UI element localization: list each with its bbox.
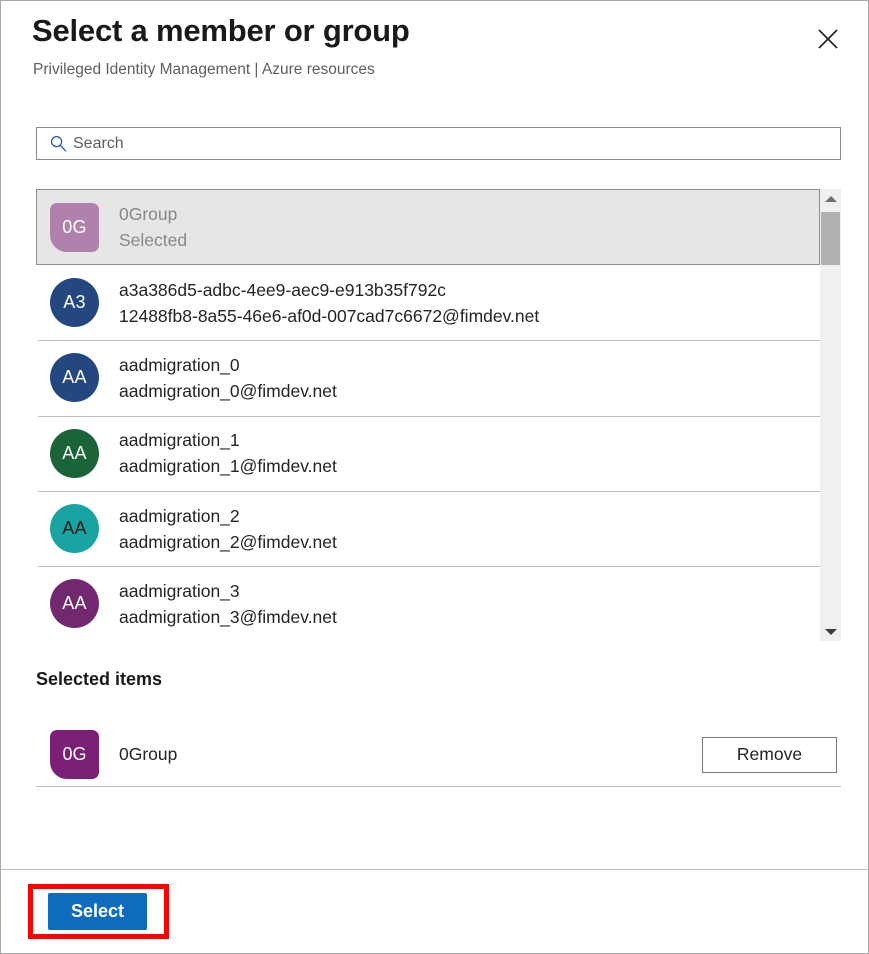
list-item[interactable]: AA aadmigration_3 aadmigration_3@fimdev.… [36,566,820,641]
list-item-text: aadmigration_1 aadmigration_1@fimdev.net [119,427,337,479]
list-item-text: aadmigration_2 aadmigration_2@fimdev.net [119,503,337,555]
list-item-primary: aadmigration_3 [119,578,337,604]
scroll-up-arrow-button[interactable] [820,189,841,208]
list-item[interactable]: A3 a3a386d5-adbc-4ee9-aec9-e913b35f792c … [36,265,820,340]
list-item-primary: aadmigration_0 [119,352,337,378]
list-item-secondary: aadmigration_2@fimdev.net [119,529,337,555]
list-scrollbar[interactable] [820,189,841,641]
people-picker: 0G 0Group Selected A3 a3a386d5-adbc-4ee9… [36,189,841,641]
selected-item-name: 0Group [119,744,702,765]
list-item-secondary: Selected [119,227,187,253]
avatar: AA [50,579,99,628]
select-member-or-group-dialog: Select a member or group Privileged Iden… [0,0,869,954]
avatar: 0G [50,203,99,252]
remove-button[interactable]: Remove [702,737,837,773]
footer-divider [1,869,869,870]
list-item[interactable]: AA aadmigration_1 aadmigration_1@fimdev.… [36,416,820,491]
search-icon [43,135,73,152]
dialog-header: Select a member or group Privileged Iden… [1,1,869,101]
search-input[interactable] [73,130,840,158]
select-button[interactable]: Select [48,893,147,930]
page-title: Select a member or group [32,13,410,49]
avatar: 0G [50,730,99,779]
list-item[interactable]: AA aadmigration_2 aadmigration_2@fimdev.… [36,491,820,566]
list-item-text: a3a386d5-adbc-4ee9-aec9-e913b35f792c 124… [119,277,539,329]
list-item-secondary: aadmigration_0@fimdev.net [119,378,337,404]
list-item-primary: a3a386d5-adbc-4ee9-aec9-e913b35f792c [119,277,539,303]
chevron-up-icon [825,196,837,202]
people-list[interactable]: 0G 0Group Selected A3 a3a386d5-adbc-4ee9… [36,189,820,641]
breadcrumb: Privileged Identity Management | Azure r… [33,61,375,79]
scrollbar-thumb[interactable] [821,212,840,265]
selected-item-row: 0G 0Group Remove [36,723,841,787]
chevron-down-icon [825,629,837,635]
avatar: A3 [50,278,99,327]
list-item[interactable]: AA aadmigration_0 aadmigration_0@fimdev.… [36,340,820,415]
list-item-primary: 0Group [119,201,187,227]
close-button[interactable] [810,21,846,57]
avatar: AA [50,353,99,402]
avatar: AA [50,429,99,478]
list-item-secondary: aadmigration_3@fimdev.net [119,604,337,630]
list-item-text: aadmigration_3 aadmigration_3@fimdev.net [119,578,337,630]
list-item[interactable]: 0G 0Group Selected [36,189,820,265]
list-item-secondary: aadmigration_1@fimdev.net [119,453,337,479]
list-item-primary: aadmigration_2 [119,503,337,529]
search-box[interactable] [36,127,841,160]
close-icon [817,28,839,50]
list-item-primary: aadmigration_1 [119,427,337,453]
list-item-text: 0Group Selected [119,201,187,253]
list-item-text: aadmigration_0 aadmigration_0@fimdev.net [119,352,337,404]
avatar: AA [50,504,99,553]
list-item-secondary: 12488fb8-8a55-46e6-af0d-007cad7c6672@fim… [119,303,539,329]
selected-items-heading: Selected items [36,669,162,690]
scroll-down-arrow-button[interactable] [820,622,841,641]
